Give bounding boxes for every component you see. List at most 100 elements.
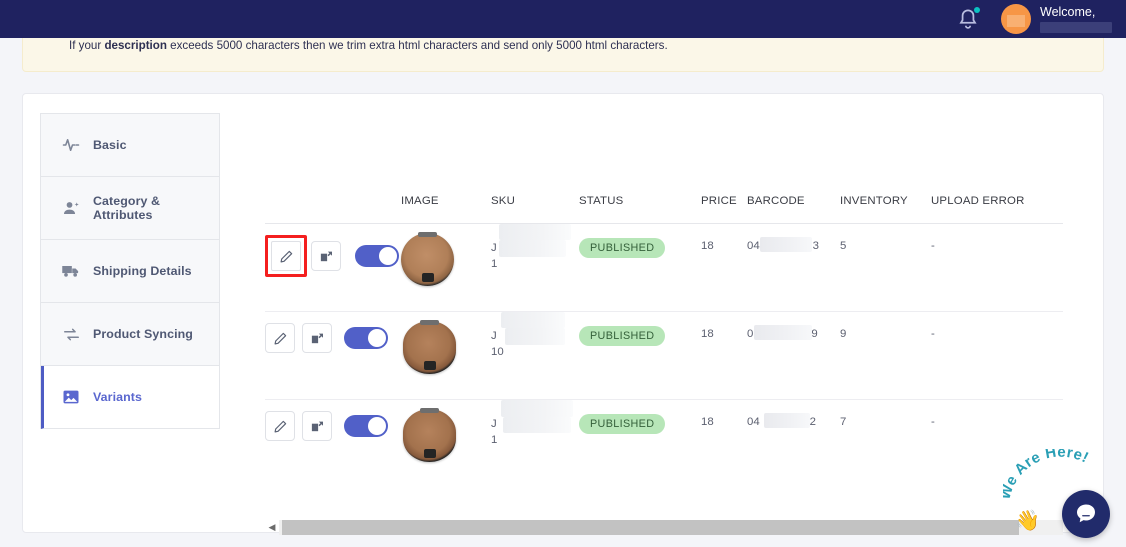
sidebar-item-label: Basic [93, 138, 127, 152]
variant-inventory-cell: 7 [840, 416, 847, 428]
variant-inventory-cell: 5 [840, 240, 847, 252]
status-badge: PUBLISHED [579, 238, 666, 258]
sidebar-item-label: Product Syncing [93, 327, 193, 341]
sku-redaction [501, 312, 565, 328]
sync-arrows-icon [61, 325, 81, 344]
status-badge: PUBLISHED [579, 414, 666, 434]
scrollbar-thumb[interactable] [282, 519, 1019, 535]
welcome-label: Welcome, [1040, 5, 1096, 19]
activity-pulse-icon [61, 136, 81, 154]
row-actions [265, 312, 401, 353]
variants-table: IMAGE SKU STATUS PRICE BARCODE INVENTORY… [265, 178, 1063, 508]
top-navbar: Welcome, [0, 0, 1126, 38]
variant-upload-error-cell: - [931, 328, 935, 340]
truck-icon [61, 261, 81, 281]
column-header-barcode: BARCODE [747, 194, 805, 207]
variant-image-cell [401, 312, 491, 374]
sku-redaction [505, 328, 565, 345]
row-actions [265, 224, 401, 277]
variant-sku-cell: J 10 [491, 312, 579, 360]
variant-status-cell: PUBLISHED [579, 224, 701, 258]
person-add-icon [61, 199, 81, 218]
variant-sku-cell: J 1 [491, 224, 579, 272]
edit-variant-button[interactable] [271, 241, 301, 271]
barcode-redaction [760, 237, 812, 252]
variant-status-toggle[interactable] [344, 415, 388, 437]
variant-image-cell [401, 400, 491, 462]
edit-variant-button[interactable] [265, 323, 295, 353]
duplicate-external-icon [320, 251, 332, 261]
duplicate-external-icon [311, 333, 323, 343]
variant-sku-cell: J 1 [491, 400, 579, 448]
chat-bubble-icon [1077, 504, 1095, 523]
barcode-suffix: 3 [812, 240, 820, 252]
warning-text: If your description exceeds 5000 charact… [69, 39, 668, 52]
column-header-image: IMAGE [401, 194, 439, 207]
warning-text-bold: description [104, 39, 167, 52]
variant-price-cell: 18 [701, 416, 714, 428]
table-row: J 1 PUBLISHED 18 04 2 7 - [265, 400, 1063, 488]
variant-barcode-cell: 04 3 [747, 224, 840, 252]
variant-status-toggle[interactable] [355, 245, 399, 267]
barcode-prefix: 04 [747, 240, 760, 252]
variant-status-toggle[interactable] [344, 327, 388, 349]
variant-status-cell: PUBLISHED [579, 312, 701, 346]
barcode-prefix: 0 [747, 328, 754, 340]
pencil-icon [274, 332, 286, 344]
column-header-price: PRICE [701, 194, 737, 207]
pencil-icon [274, 420, 286, 432]
sku-redaction [499, 240, 566, 257]
sku-line-2: 1 [491, 258, 498, 270]
sidebar-item-label: Shipping Details [93, 264, 192, 278]
sku-line-2: 10 [491, 346, 504, 358]
variant-barcode-cell: 04 2 [747, 400, 840, 428]
product-section-tabs: Basic Category & Attributes Shipping Det… [40, 113, 220, 429]
notification-dot [974, 7, 980, 13]
duplicate-variant-button[interactable] [311, 241, 341, 271]
sidebar-item-variants[interactable]: Variants [41, 366, 219, 429]
sku-redaction [501, 400, 573, 417]
variant-price-cell: 18 [701, 328, 714, 340]
sidebar-item-product-syncing[interactable]: Product Syncing [41, 303, 219, 366]
warning-text-prefix: If your [69, 39, 105, 52]
status-badge: PUBLISHED [579, 326, 666, 346]
scrollbar-track[interactable] [279, 519, 1063, 535]
barcode-redaction [754, 325, 812, 340]
barcode-redaction [764, 413, 810, 428]
barcode-suffix: 9 [811, 328, 818, 340]
toggle-knob [368, 329, 386, 347]
pencil-icon [280, 250, 292, 262]
duplicate-variant-button[interactable] [302, 323, 332, 353]
open-chat-button[interactable] [1062, 490, 1110, 538]
username-redacted [1040, 22, 1112, 33]
table-header-row: IMAGE SKU STATUS PRICE BARCODE INVENTORY… [265, 178, 1063, 224]
column-header-sku: SKU [491, 194, 516, 207]
duplicate-variant-button[interactable] [302, 411, 332, 441]
sidebar-item-label: Variants [93, 390, 143, 404]
sidebar-item-category-attributes[interactable]: Category & Attributes [41, 177, 219, 240]
duplicate-external-icon [311, 421, 323, 431]
sku-redaction [503, 417, 571, 433]
variant-upload-error-cell: - [931, 240, 935, 252]
variant-upload-error-cell: - [931, 416, 935, 428]
warning-text-suffix: exceeds 5000 characters then we trim ext… [166, 39, 668, 52]
chevron-left-icon[interactable]: ◀ [265, 519, 279, 535]
column-header-status: STATUS [579, 194, 624, 207]
barcode-prefix: 04 [747, 416, 760, 428]
product-image [403, 320, 456, 374]
notifications-button[interactable] [955, 6, 981, 32]
sidebar-item-basic[interactable]: Basic [41, 114, 219, 177]
table-row: J 1 PUBLISHED 18 04 3 5 - [265, 224, 1063, 312]
edit-variant-button[interactable] [265, 411, 295, 441]
waving-hand-icon: 👋 [1015, 510, 1040, 532]
variant-barcode-cell: 09 [747, 312, 840, 340]
image-icon [61, 388, 81, 406]
sidebar-item-shipping-details[interactable]: Shipping Details [41, 240, 219, 303]
product-image [403, 408, 456, 462]
toggle-knob [368, 417, 386, 435]
avatar[interactable] [1001, 4, 1031, 34]
variant-price-cell: 18 [701, 240, 714, 252]
sku-redaction [499, 224, 571, 240]
table-horizontal-scrollbar[interactable]: ◀ [265, 519, 1063, 535]
variant-status-cell: PUBLISHED [579, 400, 701, 434]
